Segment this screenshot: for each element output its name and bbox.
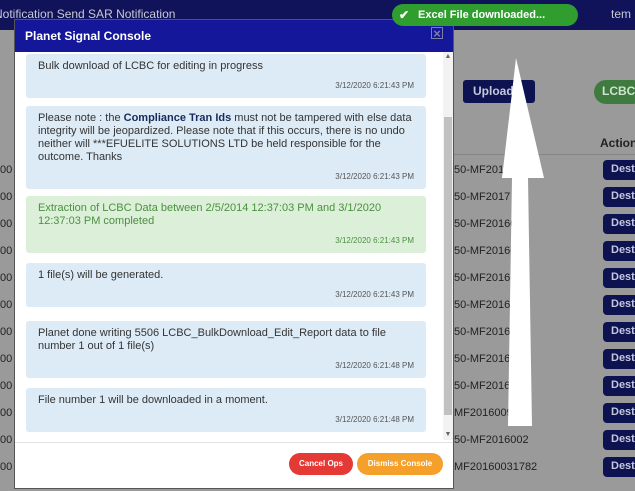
destroy-button[interactable]: Dest xyxy=(603,268,635,288)
scroll-down-icon[interactable]: ▼ xyxy=(443,430,453,440)
close-icon[interactable]: × xyxy=(431,27,443,40)
row-cell: 00 xyxy=(0,191,13,203)
cancel-ops-button[interactable]: Cancel Ops xyxy=(289,453,353,475)
destroy-button[interactable]: Dest xyxy=(603,241,635,261)
message-bold-text: Compliance Tran Ids xyxy=(123,112,232,124)
check-icon: ✔ xyxy=(399,8,410,22)
modal-header: Planet Signal Console × xyxy=(15,20,453,52)
destroy-button[interactable]: Dest xyxy=(603,349,635,369)
message-text-part: Please note : the xyxy=(38,112,124,124)
modal-footer-divider xyxy=(15,442,453,443)
message-timestamp: 3/12/2020 6:21:43 PM xyxy=(335,81,414,90)
row-cell: 00 xyxy=(0,434,13,446)
message-text: Bulk download of LCBC for editing in pro… xyxy=(38,60,264,72)
destroy-button[interactable]: Dest xyxy=(603,376,635,396)
row-cell: 00 xyxy=(0,380,13,392)
destroy-button[interactable]: Dest xyxy=(603,457,635,477)
console-message: 1 file(s) will be generated. 3/12/2020 6… xyxy=(26,263,426,307)
destroy-button[interactable]: Dest xyxy=(603,187,635,207)
message-text: File number 1 will be downloaded in a mo… xyxy=(38,394,268,406)
destroy-button[interactable]: Dest xyxy=(603,160,635,180)
message-text: Planet done writing 5506 LCBC_BulkDownlo… xyxy=(38,327,386,352)
destroy-button[interactable]: Dest xyxy=(603,214,635,234)
message-timestamp: 3/12/2020 6:21:43 PM xyxy=(335,290,414,299)
console-message: Bulk download of LCBC for editing in pro… xyxy=(26,54,426,98)
row-cell: 00 xyxy=(0,461,13,473)
row-cell: 00 xyxy=(0,164,13,176)
row-cell: 00 xyxy=(0,218,13,230)
row-cell: 00 xyxy=(0,407,13,419)
user-menu[interactable]: tem xyxy=(611,7,631,21)
scroll-up-icon[interactable]: ▲ xyxy=(443,52,453,62)
action-column-header: Action xyxy=(600,136,635,150)
message-list[interactable]: Bulk download of LCBC for editing in pro… xyxy=(26,52,444,440)
console-message-success: Extraction of LCBC Data between 2/5/2014… xyxy=(26,196,426,253)
signal-console-modal: Planet Signal Console × Bulk download of… xyxy=(14,19,454,489)
message-scrollbar[interactable]: ▲ ▼ xyxy=(443,52,453,440)
message-timestamp: 3/12/2020 6:21:43 PM xyxy=(335,172,414,181)
destroy-button[interactable]: Dest xyxy=(603,295,635,315)
console-message: File number 1 will be downloaded in a mo… xyxy=(26,388,426,432)
message-timestamp: 3/12/2020 6:21:43 PM xyxy=(335,236,414,245)
row-tran-id: 50-MF2016002 xyxy=(454,434,529,446)
modal-title: Planet Signal Console xyxy=(25,29,152,43)
row-cell: 00 xyxy=(0,299,13,311)
destroy-button[interactable]: Dest xyxy=(603,403,635,423)
lcbc-button[interactable]: LCBC xyxy=(594,80,635,104)
row-cell: 00 xyxy=(0,326,13,338)
destroy-button[interactable]: Dest xyxy=(603,430,635,450)
row-tran-id: MF20160031782 xyxy=(454,461,538,473)
scrollbar-thumb[interactable] xyxy=(444,117,452,415)
annotation-arrow-icon xyxy=(502,58,544,426)
message-timestamp: 3/12/2020 6:21:48 PM xyxy=(335,361,414,370)
download-toast: ✔ Excel File downloaded... xyxy=(392,4,578,26)
row-cell: 00 xyxy=(0,353,13,365)
console-message: Please note : the Compliance Tran Ids mu… xyxy=(26,106,426,189)
destroy-button[interactable]: Dest xyxy=(603,322,635,342)
row-cell: 00 xyxy=(0,245,13,257)
dismiss-console-button[interactable]: Dismiss Console xyxy=(357,453,443,475)
message-text: 1 file(s) will be generated. xyxy=(38,269,164,281)
message-timestamp: 3/12/2020 6:21:48 PM xyxy=(335,415,414,424)
console-message: Planet done writing 5506 LCBC_BulkDownlo… xyxy=(26,321,426,378)
message-text: Extraction of LCBC Data between 2/5/2014… xyxy=(38,202,382,227)
message-text: Please note : the Compliance Tran Ids mu… xyxy=(38,112,414,164)
toast-text: Excel File downloaded... xyxy=(418,9,546,21)
row-cell: 00 xyxy=(0,272,13,284)
